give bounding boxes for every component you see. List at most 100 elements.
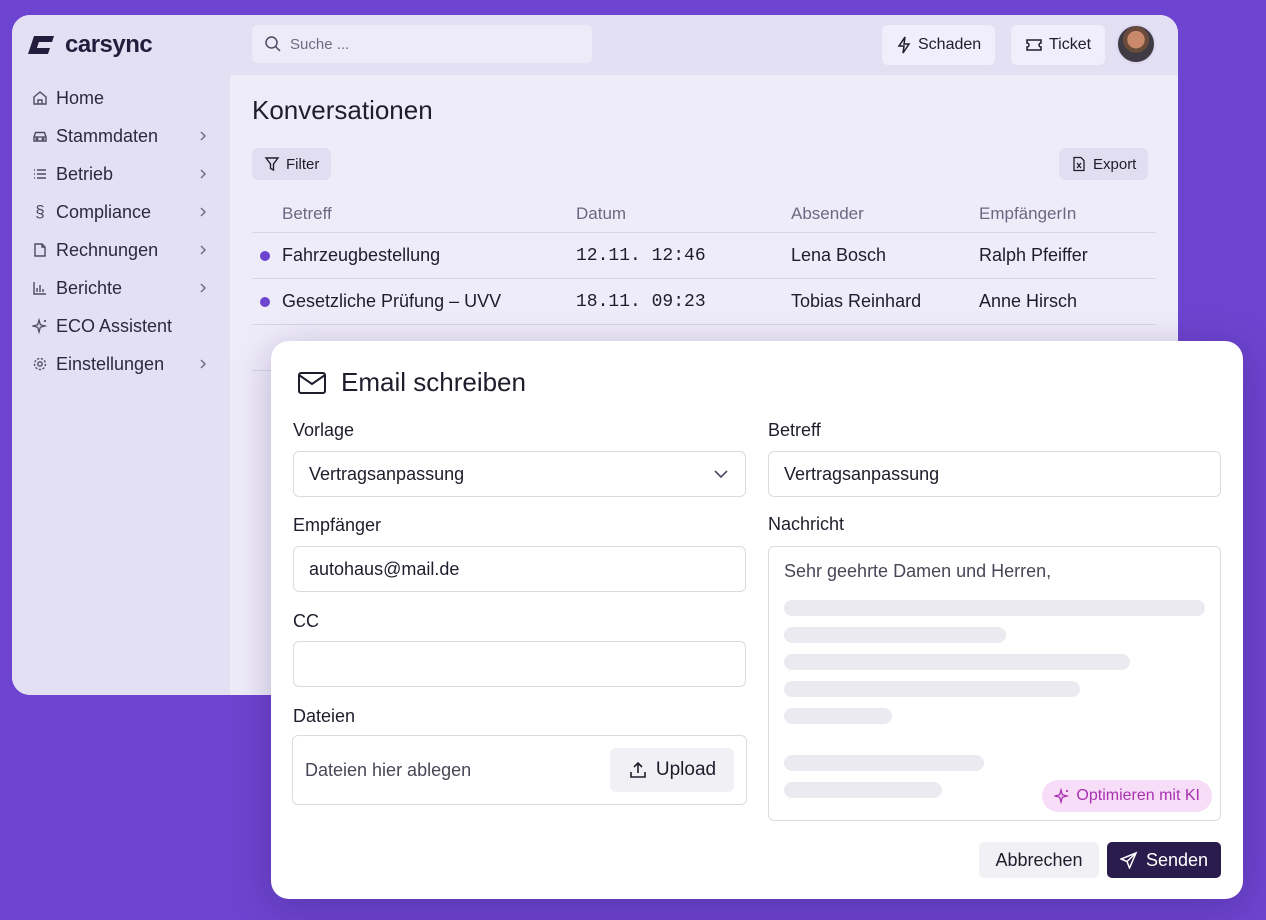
text-skeleton-line [784,782,942,798]
column-header-empfaenger[interactable]: EmpfängerIn [979,204,1156,224]
unread-dot [260,296,270,307]
sidebar-item-label: Betrieb [56,163,114,184]
sparkle-icon [32,318,48,334]
upload-button-label: Upload [655,759,717,780]
sidebar-item-rechnungen[interactable]: Rechnungen [12,231,230,269]
export-button[interactable]: Export [1059,148,1149,180]
ticket-button-label: Ticket [1049,36,1092,53]
filter-button-label: Filter [286,155,320,173]
nachricht-textarea[interactable]: Sehr geehrte Damen und Herren, Optimiere… [768,546,1221,821]
sidebar: carsync Home Stammdaten Betrieb § Compli… [12,15,230,695]
sidebar-item-betrieb[interactable]: Betrieb [12,155,230,193]
cell-absender: Lena Bosch [791,245,887,265]
column-header-absender[interactable]: Absender [791,204,979,224]
modal-header: Email schreiben [297,367,526,398]
app-name: carsync [65,31,153,58]
file-icon [32,242,48,258]
optimize-ai-button-label: Optimieren mit KI [1076,787,1200,804]
betreff-field-value: Vertragsanpassung [784,463,940,484]
chevron-right-icon [200,359,206,369]
optimize-ai-button[interactable]: Optimieren mit KI [1042,780,1212,812]
modal-title: Email schreiben [341,367,526,397]
cell-betreff-text: Fahrzeugbestellung [282,245,441,265]
sidebar-item-label: Home [56,87,105,108]
sparkle-icon [1054,788,1070,804]
sidebar-item-eco-assistent[interactable]: ECO Assistent [12,307,230,345]
text-skeleton-line [784,627,1006,643]
filter-button[interactable]: Filter [252,148,332,180]
paragraph-icon: § [35,202,45,221]
excel-file-icon [1073,156,1085,172]
column-header-datum[interactable]: Datum [576,204,791,224]
logo[interactable]: carsync [28,31,153,59]
send-button[interactable]: Senden [1107,842,1221,878]
betreff-label: Betreff [768,420,821,440]
nachricht-label: Nachricht [768,514,845,534]
text-skeleton-line [784,600,1205,616]
sidebar-item-label: ECO Assistent [56,315,173,336]
schaden-button[interactable]: Schaden [882,25,996,65]
search-input[interactable] [290,35,570,53]
upload-icon [630,761,646,778]
chevron-down-icon [714,470,728,479]
text-skeleton-line [784,654,1130,670]
upload-button[interactable]: Upload [610,748,734,792]
cc-field[interactable] [293,641,746,687]
carsync-logo-icon [28,36,54,54]
cell-betreff: Gesetzliche Prüfung – UVV [252,291,576,312]
mail-icon [298,371,326,394]
cell-datum: 18.11. 09:23 [576,291,706,312]
sidebar-item-stammdaten[interactable]: Stammdaten [12,117,230,155]
vorlage-label: Vorlage [293,420,355,440]
sidebar-item-label: Rechnungen [56,239,159,260]
column-header-betreff[interactable]: Betreff [252,204,576,224]
export-button-label: Export [1093,155,1137,173]
bar-chart-icon [32,280,48,296]
dateien-label: Dateien [293,706,356,726]
schaden-button-label: Schaden [918,36,982,53]
cc-label: CC [293,611,319,631]
cell-absender: Tobias Reinhard [791,291,922,311]
empfaenger-label: Empfänger [293,515,382,535]
send-icon [1119,851,1138,869]
email-modal: Email schreiben Vorlage Vertragsanpassun… [271,341,1243,899]
filter-icon [264,157,280,172]
empfaenger-field[interactable]: autohaus@mail.de [293,546,746,592]
sidebar-item-einstellungen[interactable]: Einstellungen [12,345,230,383]
car-icon [32,128,48,144]
ticket-button[interactable]: Ticket [1011,25,1106,65]
ticket-icon [1026,39,1042,51]
vorlage-select-value: Vertragsanpassung [309,463,465,484]
vorlage-select[interactable]: Vertragsanpassung [293,451,746,497]
chevron-right-icon [200,169,206,179]
table-header: Betreff Datum Absender EmpfängerIn [252,195,1156,233]
search-box[interactable] [252,25,592,63]
sidebar-item-home[interactable]: Home [12,79,230,117]
betreff-field[interactable]: Vertragsanpassung [768,451,1221,497]
unread-dot [260,250,270,261]
avatar[interactable] [1116,24,1156,64]
table-row[interactable]: Gesetzliche Prüfung – UVV 18.11. 09:23 T… [252,279,1156,325]
text-skeleton-line [784,708,892,724]
sidebar-item-berichte[interactable]: Berichte [12,269,230,307]
chevron-right-icon [200,245,206,255]
dropzone-text: Dateien hier ablegen [305,760,472,780]
list-icon [32,166,48,182]
search-icon [265,36,281,52]
cell-empfaenger: Ralph Pfeiffer [979,245,1088,265]
sidebar-item-compliance[interactable]: § Compliance [12,193,230,231]
table-row[interactable]: Fahrzeugbestellung 12.11. 12:46 Lena Bos… [252,233,1156,279]
send-button-label: Senden [1145,849,1209,870]
sidebar-item-label: Stammdaten [56,125,159,146]
page-title: Konversationen [252,95,433,125]
cancel-button[interactable]: Abbrechen [979,842,1099,878]
home-icon [32,90,48,106]
topbar: Schaden Ticket [230,15,1178,75]
chevron-right-icon [200,283,206,293]
cell-datum: 12.11. 12:46 [576,245,706,266]
sidebar-item-label: Berichte [56,277,123,298]
file-dropzone[interactable]: Dateien hier ablegen Upload [292,735,747,805]
cell-betreff-text: Gesetzliche Prüfung – UVV [282,291,502,311]
gear-icon [32,356,48,372]
text-skeleton-line [784,681,1080,697]
